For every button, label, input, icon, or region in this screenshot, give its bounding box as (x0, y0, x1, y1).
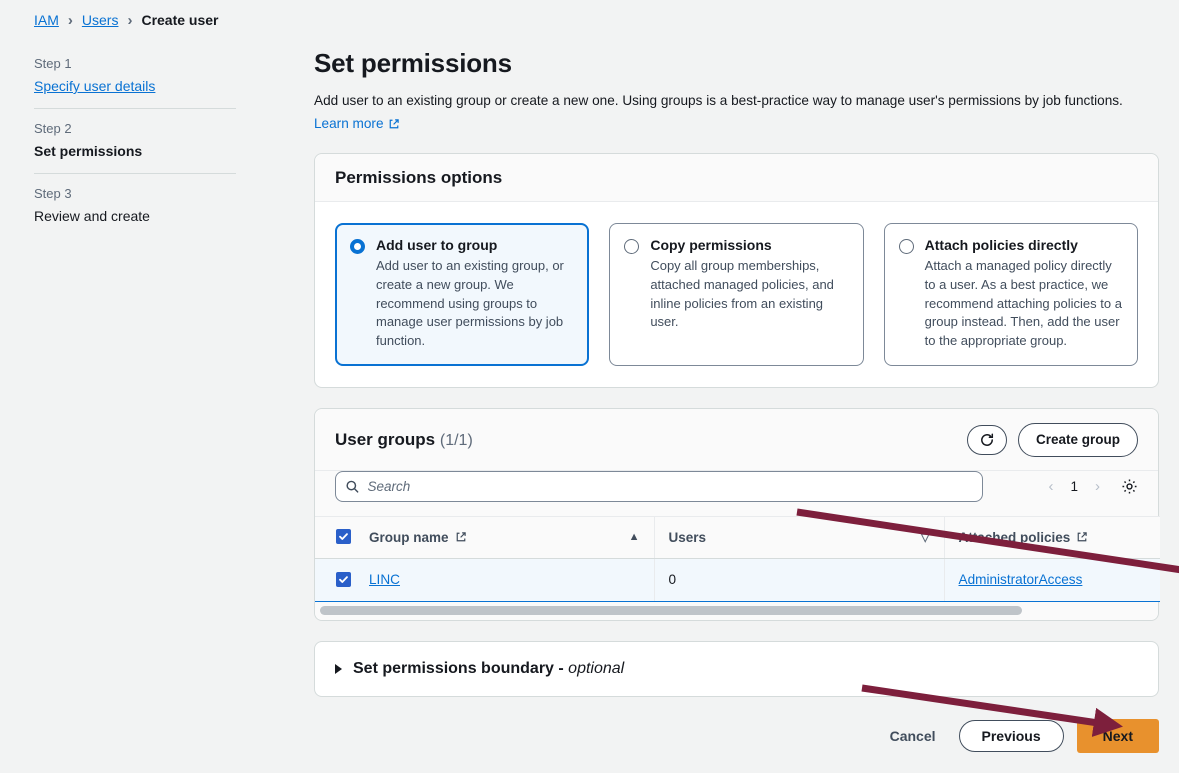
check-icon (338, 531, 349, 542)
user-groups-search-row: ‹ 1 › (315, 471, 1158, 516)
cell-users: 0 (654, 558, 944, 601)
select-all-checkbox[interactable] (336, 529, 351, 544)
pagination-page-1[interactable]: 1 (1062, 476, 1086, 497)
wizard-footer-actions: Cancel Previous Next (314, 719, 1159, 761)
option-label-attach-policies-directly: Attach policies directly (925, 237, 1122, 254)
permissions-boundary-toggle[interactable]: Set permissions boundary - optional (315, 642, 1158, 696)
cell-group-name: LINC (369, 558, 654, 601)
permissions-options-title: Permissions options (335, 168, 502, 188)
column-group-name-label: Group name (369, 530, 449, 545)
cell-attached-policies: AdministratorAccess (944, 558, 1160, 601)
breadcrumb-separator: › (127, 13, 132, 28)
learn-more-label: Learn more (314, 116, 384, 131)
search-box[interactable] (335, 471, 983, 502)
row-checkbox[interactable] (336, 572, 351, 587)
column-users-label: Users (669, 530, 707, 545)
option-label-copy-permissions: Copy permissions (650, 237, 847, 254)
option-card-attach-policies-directly[interactable]: Attach policies directly Attach a manage… (884, 223, 1138, 366)
radio-add-user-to-group[interactable] (350, 239, 365, 254)
table-header-row: Group name ▲ Use (315, 516, 1160, 558)
page-title: Set permissions (314, 48, 1159, 79)
permissions-boundary-panel: Set permissions boundary - optional (314, 641, 1159, 697)
search-input[interactable] (367, 472, 982, 501)
column-users[interactable]: Users ▽ (654, 516, 944, 558)
create-user-page: IAM › Users › Create user Step 1 Specify… (0, 0, 1179, 773)
row-select-cell (315, 558, 369, 601)
step-1: Step 1 Specify user details (34, 48, 236, 108)
search-icon (345, 479, 359, 494)
user-groups-title-text: User groups (335, 430, 435, 449)
wizard-steps-nav: Step 1 Specify user details Step 2 Set p… (34, 48, 236, 238)
user-groups-count: (1/1) (440, 432, 473, 449)
pagination-previous-button[interactable]: ‹ (1041, 475, 1060, 498)
table-horizontal-scrollbar[interactable] (315, 602, 1158, 620)
next-button[interactable]: Next (1077, 719, 1159, 753)
table-row[interactable]: LINC 0 AdministratorAccess (315, 558, 1160, 601)
step-1-title[interactable]: Specify user details (34, 78, 236, 94)
option-label-add-user-to-group: Add user to group (376, 237, 573, 254)
breadcrumb: IAM › Users › Create user (34, 12, 219, 28)
user-groups-header: User groups (1/1) Create group (315, 409, 1158, 471)
option-description-copy-permissions: Copy all group memberships, attached man… (650, 257, 847, 332)
step-2-number: Step 2 (34, 121, 236, 136)
option-card-copy-permissions[interactable]: Copy permissions Copy all group membersh… (609, 223, 863, 366)
cancel-button[interactable]: Cancel (880, 721, 946, 751)
main-content: Set permissions Add user to an existing … (314, 48, 1159, 761)
step-2: Step 2 Set permissions (34, 108, 236, 173)
user-groups-table-wrapper: Group name ▲ Use (315, 516, 1158, 620)
breadcrumb-item-iam[interactable]: IAM (34, 12, 59, 28)
column-attached-policies-label: Attached policies (959, 530, 1071, 545)
attached-policy-link[interactable]: AdministratorAccess (959, 572, 1083, 587)
page-description: Add user to an existing group or create … (314, 91, 1159, 110)
user-groups-table: Group name ▲ Use (315, 516, 1160, 602)
user-groups-toolbar: Create group (967, 423, 1138, 457)
column-select-all (315, 516, 369, 558)
external-link-icon (388, 118, 400, 130)
option-description-attach-policies-directly: Attach a managed policy directly to a us… (925, 257, 1122, 351)
permissions-boundary-optional-label: optional (568, 660, 624, 677)
column-group-name[interactable]: Group name ▲ (369, 516, 654, 558)
breadcrumb-separator: › (68, 13, 73, 28)
sort-ascending-icon[interactable]: ▲ (629, 531, 640, 543)
permissions-boundary-title-text: Set permissions boundary - (353, 660, 564, 677)
table-header: Group name ▲ Use (315, 516, 1160, 558)
step-3: Step 3 Review and create (34, 173, 236, 238)
chevron-right-icon (335, 664, 342, 674)
external-link-icon (1076, 531, 1088, 543)
previous-button[interactable]: Previous (959, 720, 1064, 752)
gear-icon (1121, 478, 1138, 495)
table-body: LINC 0 AdministratorAccess (315, 558, 1160, 601)
step-3-title: Review and create (34, 208, 236, 224)
sort-descending-icon[interactable]: ▽ (921, 531, 929, 544)
step-1-number: Step 1 (34, 56, 236, 71)
permissions-options-header: Permissions options (315, 154, 1158, 202)
user-groups-panel: User groups (1/1) Create group (314, 408, 1159, 621)
pagination-next-button[interactable]: › (1088, 475, 1107, 498)
user-groups-title: User groups (1/1) (335, 430, 473, 450)
breadcrumb-item-users[interactable]: Users (82, 12, 119, 28)
step-2-title: Set permissions (34, 143, 236, 159)
create-group-button[interactable]: Create group (1018, 423, 1138, 457)
breadcrumb-item-create-user: Create user (141, 12, 218, 28)
refresh-button[interactable] (967, 425, 1007, 455)
pagination: ‹ 1 › (1041, 475, 1138, 498)
group-name-link[interactable]: LINC (369, 572, 400, 587)
option-card-add-user-to-group[interactable]: Add user to group Add user to an existin… (335, 223, 589, 366)
option-description-add-user-to-group: Add user to an existing group, or create… (376, 257, 573, 351)
radio-copy-permissions[interactable] (624, 239, 639, 254)
column-attached-policies[interactable]: Attached policies (944, 516, 1160, 558)
scrollbar-thumb[interactable] (320, 606, 1022, 615)
permissions-boundary-title: Set permissions boundary - optional (353, 660, 624, 678)
permissions-options-panel: Permissions options Add user to group Ad… (314, 153, 1159, 388)
table-preferences-button[interactable] (1121, 478, 1138, 495)
refresh-icon (979, 432, 995, 448)
learn-more-link[interactable]: Learn more (314, 116, 400, 131)
step-3-number: Step 3 (34, 186, 236, 201)
radio-attach-policies-directly[interactable] (899, 239, 914, 254)
external-link-icon (455, 531, 467, 543)
permissions-options-list: Add user to group Add user to an existin… (315, 202, 1158, 387)
check-icon (338, 574, 349, 585)
